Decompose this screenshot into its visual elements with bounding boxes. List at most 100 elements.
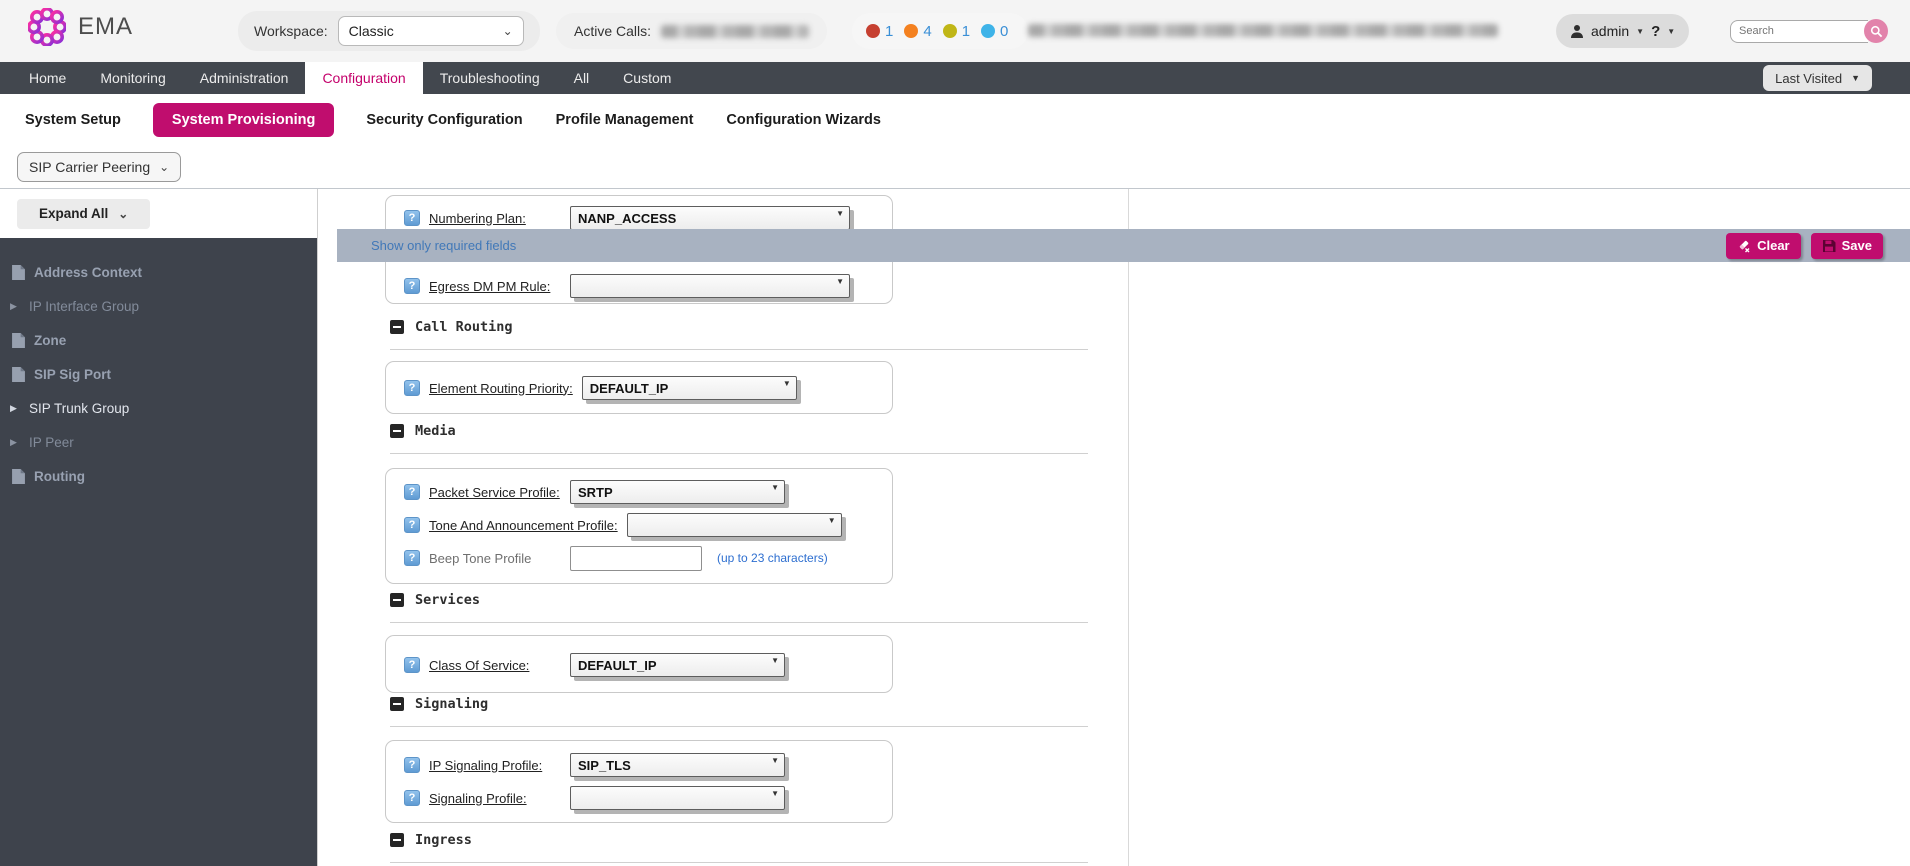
subnav-item-system-setup[interactable]: System Setup	[24, 103, 122, 137]
collapse-icon[interactable]	[390, 593, 404, 607]
form-row-class-of-service: ? Class Of Service: DEFAULT_IP ▼	[404, 652, 884, 678]
form-row-packet-service-profile: ? Packet Service Profile: SRTP ▼	[404, 479, 884, 505]
help-icon[interactable]: ?	[404, 657, 420, 673]
sidebar-item-label: IP Interface Group	[29, 299, 139, 314]
search-input[interactable]	[1730, 20, 1868, 43]
selected-value: DEFAULT_IP	[590, 381, 669, 396]
packet-service-profile-select[interactable]: SRTP ▼	[570, 480, 785, 504]
help-icon[interactable]: ?	[404, 278, 420, 294]
chevron-right-icon: ▶	[10, 403, 20, 414]
critical-alarm-dot	[866, 24, 880, 38]
nav-item-custom[interactable]: Custom	[606, 62, 688, 94]
chevron-down-icon: ⌄	[159, 161, 169, 173]
element-routing-priority-select[interactable]: DEFAULT_IP ▼	[582, 376, 797, 400]
info-alarm-count: 0	[1000, 23, 1008, 40]
document-icon	[12, 469, 25, 484]
user-caret-icon: ▼	[1636, 27, 1644, 36]
sidebar-item-ip-peer[interactable]: ▶ IP Peer	[0, 425, 317, 459]
sidebar-item-label: Address Context	[34, 265, 142, 280]
section-rule	[390, 726, 1088, 727]
sidebar-item-sip-trunk-group[interactable]: ▶ SIP Trunk Group	[0, 391, 317, 425]
nav-item-configuration[interactable]: Configuration	[305, 62, 422, 94]
ema-logo-icon	[28, 8, 66, 46]
help-button[interactable]: ?	[1651, 23, 1660, 40]
field-label: Beep Tone Profile	[429, 551, 561, 566]
collapse-icon[interactable]	[390, 697, 404, 711]
sidebar-item-address-context[interactable]: Address Context	[0, 255, 317, 289]
field-hint: (up to 23 characters)	[717, 551, 828, 565]
subnav-item-security-configuration[interactable]: Security Configuration	[365, 103, 523, 137]
section-title: Call Routing	[415, 319, 513, 335]
clear-button[interactable]: Clear	[1726, 233, 1801, 259]
content-divider	[1128, 189, 1129, 866]
tone-and-announcement-profile-select[interactable]: ▼	[627, 513, 842, 537]
nav-item-home[interactable]: Home	[12, 62, 83, 94]
sidebar-item-label: Routing	[34, 469, 85, 484]
chevron-right-icon: ▶	[10, 437, 20, 448]
section-ingress: Ingress	[390, 830, 1089, 863]
search-button[interactable]	[1864, 19, 1888, 43]
sidebar-item-routing[interactable]: Routing	[0, 459, 317, 493]
top-header: EMA Workspace: Classic ⌄ Active Calls: 1…	[0, 0, 1910, 62]
subnav-item-system-provisioning[interactable]: System Provisioning	[153, 103, 334, 137]
form-card: ? Element Routing Priority: DEFAULT_IP ▼	[385, 361, 893, 414]
workspace-body: Expand All ⌄ Address Context ▶ IP Interf…	[0, 188, 1910, 866]
dropdown-caret-icon: ▼	[771, 756, 779, 765]
nav-item-administration[interactable]: Administration	[183, 62, 306, 94]
save-icon	[1822, 239, 1836, 253]
section-title: Ingress	[415, 832, 472, 848]
sip-trunk-group-form: ? Numbering Plan: NANP_ACCESS ▼ ? Egress…	[385, 189, 1089, 866]
sidebar-item-ip-interface-group[interactable]: ▶ IP Interface Group	[0, 289, 317, 323]
ip-signaling-profile-select[interactable]: SIP_TLS ▼	[570, 753, 785, 777]
user-icon	[1570, 24, 1584, 38]
app-title: EMA	[78, 13, 133, 41]
context-selector[interactable]: SIP Carrier Peering ⌄	[17, 152, 181, 182]
subnav-item-configuration-wizards[interactable]: Configuration Wizards	[725, 103, 882, 137]
help-icon[interactable]: ?	[404, 550, 420, 566]
field-label: IP Signaling Profile:	[429, 758, 561, 773]
form-row-element-routing-priority: ? Element Routing Priority: DEFAULT_IP ▼	[404, 375, 884, 401]
nav-item-monitoring[interactable]: Monitoring	[83, 62, 182, 94]
beep-tone-profile-input[interactable]	[570, 546, 702, 571]
context-selector-value: SIP Carrier Peering	[29, 159, 150, 175]
user-menu[interactable]: admin ▼ ? ▼	[1556, 14, 1689, 48]
help-icon[interactable]: ?	[404, 757, 420, 773]
minor-alarm-count: 1	[962, 23, 970, 40]
egress-dm-pm-rule-select[interactable]: ▼	[570, 274, 850, 298]
numbering-plan-select[interactable]: NANP_ACCESS ▼	[570, 206, 850, 230]
nav-item-all[interactable]: All	[557, 62, 607, 94]
active-calls-label: Active Calls:	[574, 23, 651, 39]
help-icon[interactable]: ?	[404, 484, 420, 500]
help-icon[interactable]: ?	[404, 210, 420, 226]
selected-value: SIP_TLS	[578, 758, 631, 773]
signaling-profile-select[interactable]: ▼	[570, 786, 785, 810]
selected-value: DEFAULT_IP	[578, 658, 657, 673]
collapse-icon[interactable]	[390, 320, 404, 334]
last-visited-dropdown[interactable]: Last Visited ▼	[1763, 65, 1872, 91]
save-button[interactable]: Save	[1811, 233, 1883, 259]
alarm-summary[interactable]: 1 4 1 0	[852, 13, 1028, 49]
redacted-active-calls-text	[661, 25, 809, 38]
help-icon[interactable]: ?	[404, 517, 420, 533]
collapse-icon[interactable]	[390, 833, 404, 847]
class-of-service-select[interactable]: DEFAULT_IP ▼	[570, 653, 785, 677]
field-label: Tone And Announcement Profile:	[429, 518, 618, 533]
sidebar-item-zone[interactable]: Zone	[0, 323, 317, 357]
section-signaling: Signaling	[390, 694, 1089, 727]
expand-all-button[interactable]: Expand All ⌄	[17, 199, 150, 229]
nav-item-troubleshooting[interactable]: Troubleshooting	[423, 62, 557, 94]
workspace-select[interactable]: Classic ⌄	[338, 16, 524, 46]
chevron-down-icon: ⌄	[503, 25, 513, 37]
sidebar-item-sip-sig-port[interactable]: SIP Sig Port	[0, 357, 317, 391]
form-row-beep-tone-profile: ? Beep Tone Profile (up to 23 characters…	[404, 545, 884, 571]
help-icon[interactable]: ?	[404, 380, 420, 396]
main-nav: Home Monitoring Administration Configura…	[0, 62, 1910, 94]
collapse-icon[interactable]	[390, 424, 404, 438]
section-title: Signaling	[415, 696, 488, 712]
show-required-fields-link[interactable]: Show only required fields	[371, 238, 516, 253]
form-row-ip-signaling-profile: ? IP Signaling Profile: SIP_TLS ▼	[404, 752, 884, 778]
subnav-item-profile-management[interactable]: Profile Management	[555, 103, 695, 137]
config-tree: Address Context ▶ IP Interface Group Zon…	[0, 238, 317, 866]
info-alarm-dot	[981, 24, 995, 38]
help-icon[interactable]: ?	[404, 790, 420, 806]
